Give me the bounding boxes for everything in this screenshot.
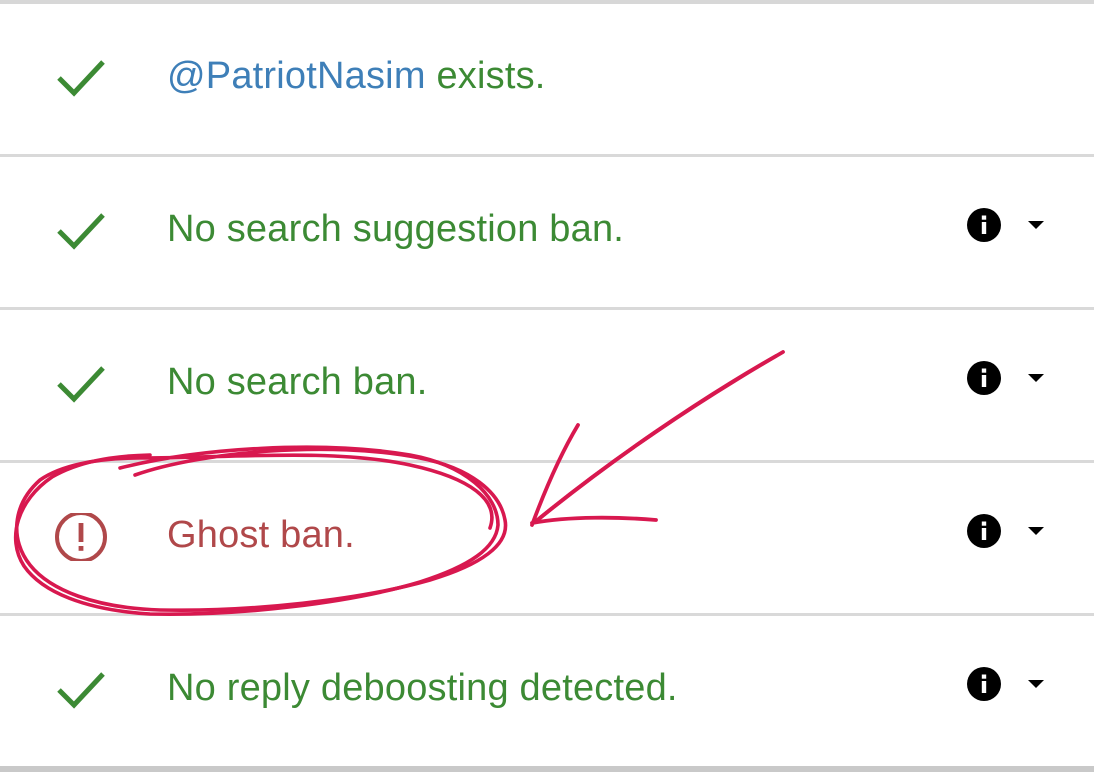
caret-down-icon[interactable] bbox=[1024, 676, 1048, 692]
result-row-reply-deboosting: No reply deboosting detected. bbox=[0, 616, 1094, 767]
result-row-exists: @PatriotNasim exists. bbox=[0, 4, 1094, 155]
caret-down-icon[interactable] bbox=[1024, 523, 1048, 539]
info-icon[interactable] bbox=[966, 360, 1002, 396]
exists-text: exists. bbox=[425, 55, 546, 97]
check-icon bbox=[54, 207, 110, 255]
check-icon bbox=[54, 54, 110, 102]
user-handle-link[interactable]: @PatriotNasim bbox=[167, 55, 426, 97]
info-icon[interactable] bbox=[966, 666, 1002, 702]
result-label: @PatriotNasim exists. bbox=[167, 52, 546, 100]
shadowban-results-panel: @PatriotNasim exists. No search suggesti… bbox=[0, 0, 1094, 772]
bottom-divider bbox=[0, 766, 1094, 772]
alert-circle-icon bbox=[54, 513, 110, 561]
result-label: Ghost ban. bbox=[167, 514, 355, 556]
caret-down-icon[interactable] bbox=[1024, 370, 1048, 386]
result-label: No reply deboosting detected. bbox=[167, 667, 678, 709]
test-result-list: @PatriotNasim exists. No search suggesti… bbox=[0, 0, 1094, 766]
result-row-ghost-ban: Ghost ban. bbox=[0, 463, 1094, 614]
result-label: No search ban. bbox=[167, 361, 428, 403]
result-row-search-ban: No search ban. bbox=[0, 310, 1094, 461]
caret-down-icon[interactable] bbox=[1024, 217, 1048, 233]
result-label: No search suggestion ban. bbox=[167, 208, 625, 250]
check-icon bbox=[54, 666, 110, 714]
check-icon bbox=[54, 360, 110, 408]
info-icon[interactable] bbox=[966, 207, 1002, 243]
info-icon[interactable] bbox=[966, 513, 1002, 549]
result-row-search-suggestion-ban: No search suggestion ban. bbox=[0, 157, 1094, 308]
